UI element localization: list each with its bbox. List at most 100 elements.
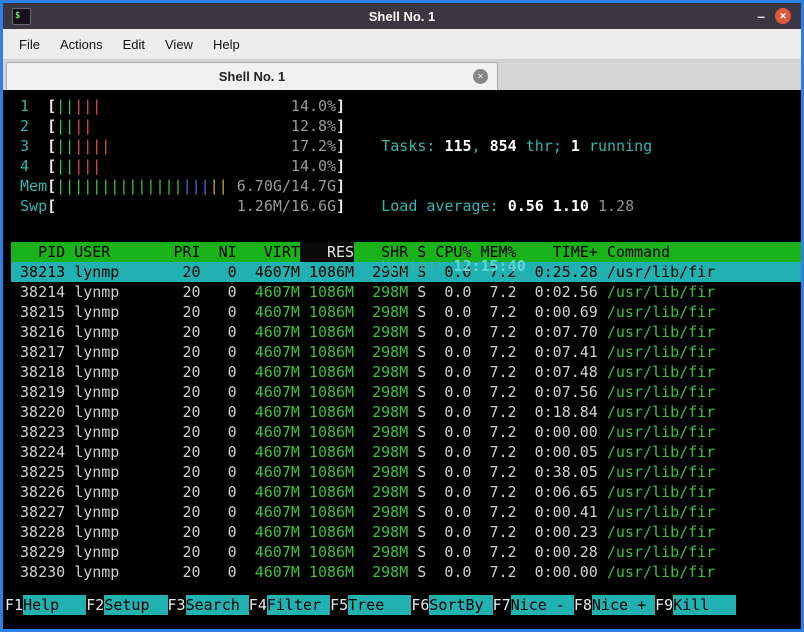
proc-pid: 38227 — [20, 503, 66, 521]
cpu-meter-percent: 14.0% — [290, 157, 337, 175]
proc-state: S — [417, 503, 427, 521]
tasks-separator: , — [471, 137, 490, 155]
process-row[interactable]: 38224 lynmp 20 0 4607M 1086M 298M S 0.0 … — [11, 442, 801, 462]
meter-open-bracket: [ — [47, 97, 57, 115]
col-header-pid[interactable]: PID — [11, 242, 65, 262]
process-row[interactable]: 38229 lynmp 20 0 4607M 1086M 298M S 0.0 … — [11, 542, 801, 562]
proc-command: /usr/lib/fir — [606, 383, 716, 401]
process-row[interactable]: 38230 lynmp 20 0 4607M 1086M 298M S 0.0 … — [11, 562, 801, 582]
proc-mem: 7.2 — [489, 483, 517, 501]
proc-state: S — [417, 323, 427, 341]
threads-label: thr; — [516, 137, 571, 155]
col-header-ni[interactable]: NI — [201, 242, 237, 262]
proc-user: lynmp — [74, 263, 120, 281]
col-header-user[interactable]: USER — [65, 242, 155, 262]
function-key-label: Nice - — [510, 595, 574, 615]
mem-meter-label: Mem — [20, 177, 48, 195]
function-key[interactable]: F3 Search — [167, 595, 249, 615]
function-key[interactable]: F1 Help — [5, 595, 87, 615]
process-row[interactable]: 38225 lynmp 20 0 4607M 1086M 298M S 0.0 … — [11, 462, 801, 482]
meter-close-bracket: ] — [336, 157, 346, 175]
proc-mem: 7.2 — [489, 383, 517, 401]
function-key-bar: F1 Help F2 Setup F3 Search F4 Filter F5 Tree … — [5, 595, 801, 615]
process-row[interactable]: 38219 lynmp 20 0 4607M 1086M 298M S 0.0 … — [11, 382, 801, 402]
proc-cpu: 0.0 — [444, 443, 472, 461]
menu-item[interactable]: Help — [203, 32, 250, 57]
function-key-label: Help — [23, 595, 87, 615]
meter-open-bracket: [ — [47, 117, 57, 135]
proc-time: 0:00.00 — [534, 423, 598, 441]
proc-mem: 7.2 — [489, 543, 517, 561]
running-label: running — [579, 137, 653, 155]
proc-user: lynmp — [74, 503, 120, 521]
tab-label: Shell No. 1 — [218, 69, 286, 84]
menu-item[interactable]: Actions — [50, 32, 113, 57]
function-key[interactable]: F2 Setup — [86, 595, 168, 615]
proc-virt: 4607M — [254, 343, 300, 361]
proc-pri: 20 — [182, 403, 201, 421]
function-key-label: Kill — [673, 595, 737, 615]
function-key-number: F4 — [248, 595, 267, 615]
process-row[interactable]: 38226 lynmp 20 0 4607M 1086M 298M S 0.0 … — [11, 482, 801, 502]
proc-command: /usr/lib/fir — [606, 523, 716, 541]
htop-header-area: 1[||||| 14.0%] 2[|||| 12.8%] 3[|||||| 17.2%… — [11, 96, 801, 275]
process-row[interactable]: 38220 lynmp 20 0 4607M 1086M 298M S 0.0 … — [11, 402, 801, 422]
function-key[interactable]: F8 Nice + — [573, 595, 656, 615]
tasks-count: 115 — [444, 137, 472, 155]
function-key-label: SortBy — [429, 595, 493, 615]
proc-ni: 0 — [227, 563, 237, 581]
process-row[interactable]: 38228 lynmp 20 0 4607M 1086M 298M S 0.0 … — [11, 522, 801, 542]
tab-shell[interactable]: Shell No. 1 ✕ — [6, 62, 498, 90]
menu-item[interactable]: View — [155, 32, 203, 57]
proc-pid: 38226 — [20, 483, 66, 501]
cpu-meter-label: 2 — [20, 117, 30, 135]
cpu-meter-percent: 12.8% — [290, 117, 337, 135]
proc-command: /usr/lib/fir — [606, 543, 716, 561]
close-button-icon[interactable]: ✕ — [775, 8, 791, 24]
menu-item[interactable]: File — [9, 32, 50, 57]
process-row[interactable]: 38216 lynmp 20 0 4607M 1086M 298M S 0.0 … — [11, 322, 801, 342]
tab-close-icon[interactable]: ✕ — [473, 69, 488, 84]
proc-cpu: 0.0 — [444, 563, 472, 581]
cpu-meter-percent: 14.0% — [290, 97, 337, 115]
window-title: Shell No. 1 — [368, 8, 436, 24]
proc-cpu: 0.0 — [444, 323, 472, 341]
proc-res: 1086M — [308, 503, 355, 521]
meter-bar-area: ||||| 14.0% — [56, 156, 336, 176]
menu-item[interactable]: Edit — [113, 32, 155, 57]
function-key[interactable]: F6 SortBy — [411, 595, 493, 615]
col-header-pri[interactable]: PRI — [155, 242, 201, 262]
proc-state: S — [417, 363, 427, 381]
proc-cpu: 0.0 — [444, 503, 472, 521]
proc-shr: 298M — [372, 483, 409, 501]
process-row[interactable]: 38217 lynmp 20 0 4607M 1086M 298M S 0.0 … — [11, 342, 801, 362]
proc-shr: 298M — [372, 563, 409, 581]
process-row[interactable]: 38218 lynmp 20 0 4607M 1086M 298M S 0.0 … — [11, 362, 801, 382]
proc-user: lynmp — [74, 403, 120, 421]
minimize-button-icon[interactable]: – — [757, 9, 765, 23]
meter-open-bracket: [ — [47, 177, 57, 195]
proc-shr: 298M — [372, 383, 409, 401]
meter-bar-area: ||||| 14.0% — [56, 96, 336, 116]
proc-command: /usr/lib/fir — [606, 343, 716, 361]
function-key-label: Setup — [104, 595, 168, 615]
function-key[interactable]: F9 Kill — [655, 595, 737, 615]
proc-time: 0:38.05 — [534, 463, 598, 481]
proc-cpu: 0.0 — [444, 363, 472, 381]
proc-virt: 4607M — [254, 283, 300, 301]
function-key-number: F2 — [86, 595, 105, 615]
function-key[interactable]: F7 Nice - — [492, 595, 574, 615]
col-header-virt[interactable]: VIRT — [237, 242, 300, 262]
process-row[interactable]: 38223 lynmp 20 0 4607M 1086M 298M S 0.0 … — [11, 422, 801, 442]
menubar: File Actions Edit View Help — [3, 29, 801, 60]
proc-virt: 4607M — [254, 383, 300, 401]
proc-user: lynmp — [74, 363, 120, 381]
proc-ni: 0 — [227, 503, 237, 521]
meter-close-bracket: ] — [336, 197, 346, 215]
function-key[interactable]: F4 Filter — [248, 595, 331, 615]
function-key[interactable]: F5 Tree — [330, 595, 412, 615]
titlebar[interactable]: $ Shell No. 1 – ✕ — [3, 3, 801, 29]
col-header-res-sorted[interactable]: RES — [299, 242, 355, 262]
process-row[interactable]: 38227 lynmp 20 0 4607M 1086M 298M S 0.0 … — [11, 502, 801, 522]
proc-pid: 38230 — [20, 563, 66, 581]
